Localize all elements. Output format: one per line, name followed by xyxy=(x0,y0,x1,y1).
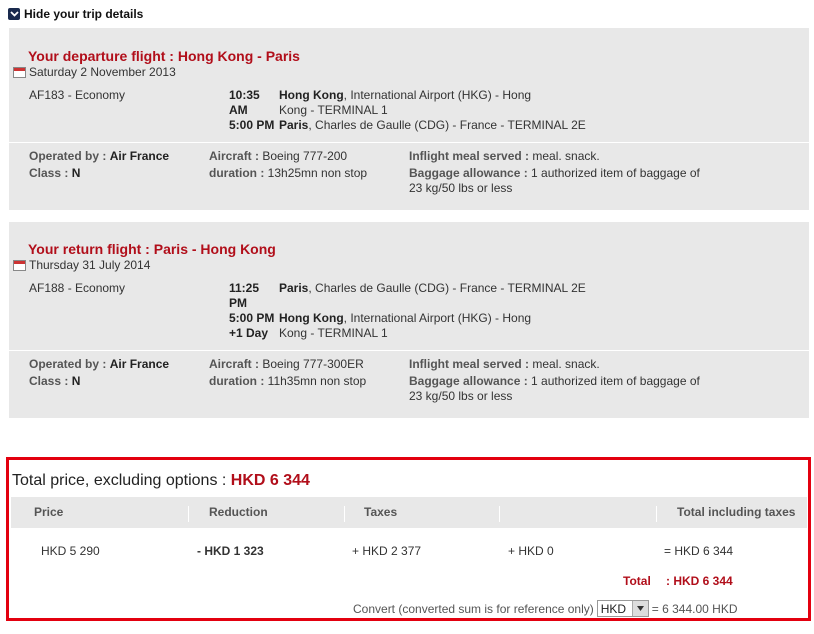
departure-baggage-cont: 23 kg/50 lbs or less xyxy=(409,181,513,195)
departure-operated-by: Operated by : Air France xyxy=(29,149,170,163)
price-table-header: Price Reduction Taxes Total including ta… xyxy=(11,497,807,528)
total-including-taxes-value: = HKD 6 344 xyxy=(664,544,734,558)
return-class: Class : N xyxy=(29,374,81,388)
return-baggage-cont: 23 kg/50 lbs or less xyxy=(409,389,513,403)
departure-arr-time: 5:00 PM xyxy=(229,118,275,132)
total-price-amount: HKD 6 344 xyxy=(230,472,310,489)
return-flight-number: AF188 - Economy xyxy=(29,281,126,295)
total-price-box: Total price, excluding options : HKD 6 3… xyxy=(6,457,811,621)
taxes-value: + HKD 2 377 xyxy=(352,544,422,558)
departure-dep-time: 10:35 xyxy=(229,88,260,102)
divider xyxy=(9,350,809,351)
divider xyxy=(9,142,809,143)
return-arr-time: 5:00 PM xyxy=(229,311,275,325)
hide-trip-details-toggle[interactable]: Hide your trip details xyxy=(8,6,143,22)
return-dep-time-ampm: PM xyxy=(229,296,247,310)
divider xyxy=(344,506,345,522)
departure-flight-panel: Your departure flight : Hong Kong - Pari… xyxy=(9,28,809,210)
departure-arr-airport: Paris, Charles de Gaulle (CDG) - France … xyxy=(279,118,586,132)
calendar-icon xyxy=(13,66,26,78)
divider xyxy=(499,506,500,522)
calendar-icon xyxy=(13,259,26,271)
departure-flight-title: Your departure flight : Hong Kong - Pari… xyxy=(28,48,300,64)
return-dep-airport: Paris, Charles de Gaulle (CDG) - France … xyxy=(279,281,586,295)
return-meal: Inflight meal served : meal. snack. xyxy=(409,357,600,371)
return-aircraft: Aircraft : Boeing 777-300ER xyxy=(209,357,364,371)
reduction-value: - HKD 1 323 xyxy=(197,544,264,558)
price-value: HKD 5 290 xyxy=(41,544,100,558)
return-duration: duration : 11h35mn non stop xyxy=(209,374,367,388)
return-arr-airport-cont: Kong - TERMINAL 1 xyxy=(279,326,388,340)
other-value: + HKD 0 xyxy=(508,544,554,558)
return-flight-title: Your return flight : Paris - Hong Kong xyxy=(28,241,276,257)
departure-date: Saturday 2 November 2013 xyxy=(13,65,176,79)
departure-duration: duration : 13h25mn non stop xyxy=(209,166,368,180)
divider xyxy=(188,506,189,522)
departure-baggage: Baggage allowance : 1 authorized item of… xyxy=(409,166,700,180)
header-total-including-taxes: Total including taxes xyxy=(677,505,796,519)
chevron-down-icon xyxy=(631,601,648,616)
divider xyxy=(656,506,657,522)
departure-dep-time-ampm: AM xyxy=(229,103,248,117)
departure-aircraft: Aircraft : Boeing 777-200 xyxy=(209,149,348,163)
return-dep-time: 11:25 xyxy=(229,281,260,295)
return-arr-airport: Hong Kong, International Airport (HKG) -… xyxy=(279,311,532,325)
total-label: Total xyxy=(623,574,651,588)
return-operated-by: Operated by : Air France xyxy=(29,357,170,371)
total-value: : HKD 6 344 xyxy=(666,574,733,588)
converted-amount: = 6 344.00 HKD xyxy=(651,601,738,616)
return-date: Thursday 31 July 2014 xyxy=(13,258,150,272)
return-flight-panel: Your return flight : Paris - Hong Kong T… xyxy=(9,222,809,418)
departure-class: Class : N xyxy=(29,166,81,180)
currency-select[interactable]: HKD xyxy=(596,600,649,617)
departure-flight-number: AF183 - Economy xyxy=(29,88,126,102)
return-baggage: Baggage allowance : 1 authorized item of… xyxy=(409,374,700,388)
departure-meal: Inflight meal served : meal. snack. xyxy=(409,149,600,163)
chevron-down-icon xyxy=(8,8,20,20)
header-taxes: Taxes xyxy=(364,505,398,519)
departure-dep-airport-cont: Kong - TERMINAL 1 xyxy=(279,103,388,117)
return-arr-day: +1 Day xyxy=(229,326,269,340)
hide-trip-details-label: Hide your trip details xyxy=(24,7,144,21)
convert-label: Convert (converted sum is for reference … xyxy=(353,601,594,616)
header-price: Price xyxy=(34,505,64,519)
header-reduction: Reduction xyxy=(209,505,268,519)
currency-convert-row: Convert (converted sum is for reference … xyxy=(353,600,738,617)
departure-dep-airport: Hong Kong, International Airport (HKG) -… xyxy=(279,88,532,102)
total-price-title: Total price, excluding options : HKD 6 3… xyxy=(12,472,310,489)
